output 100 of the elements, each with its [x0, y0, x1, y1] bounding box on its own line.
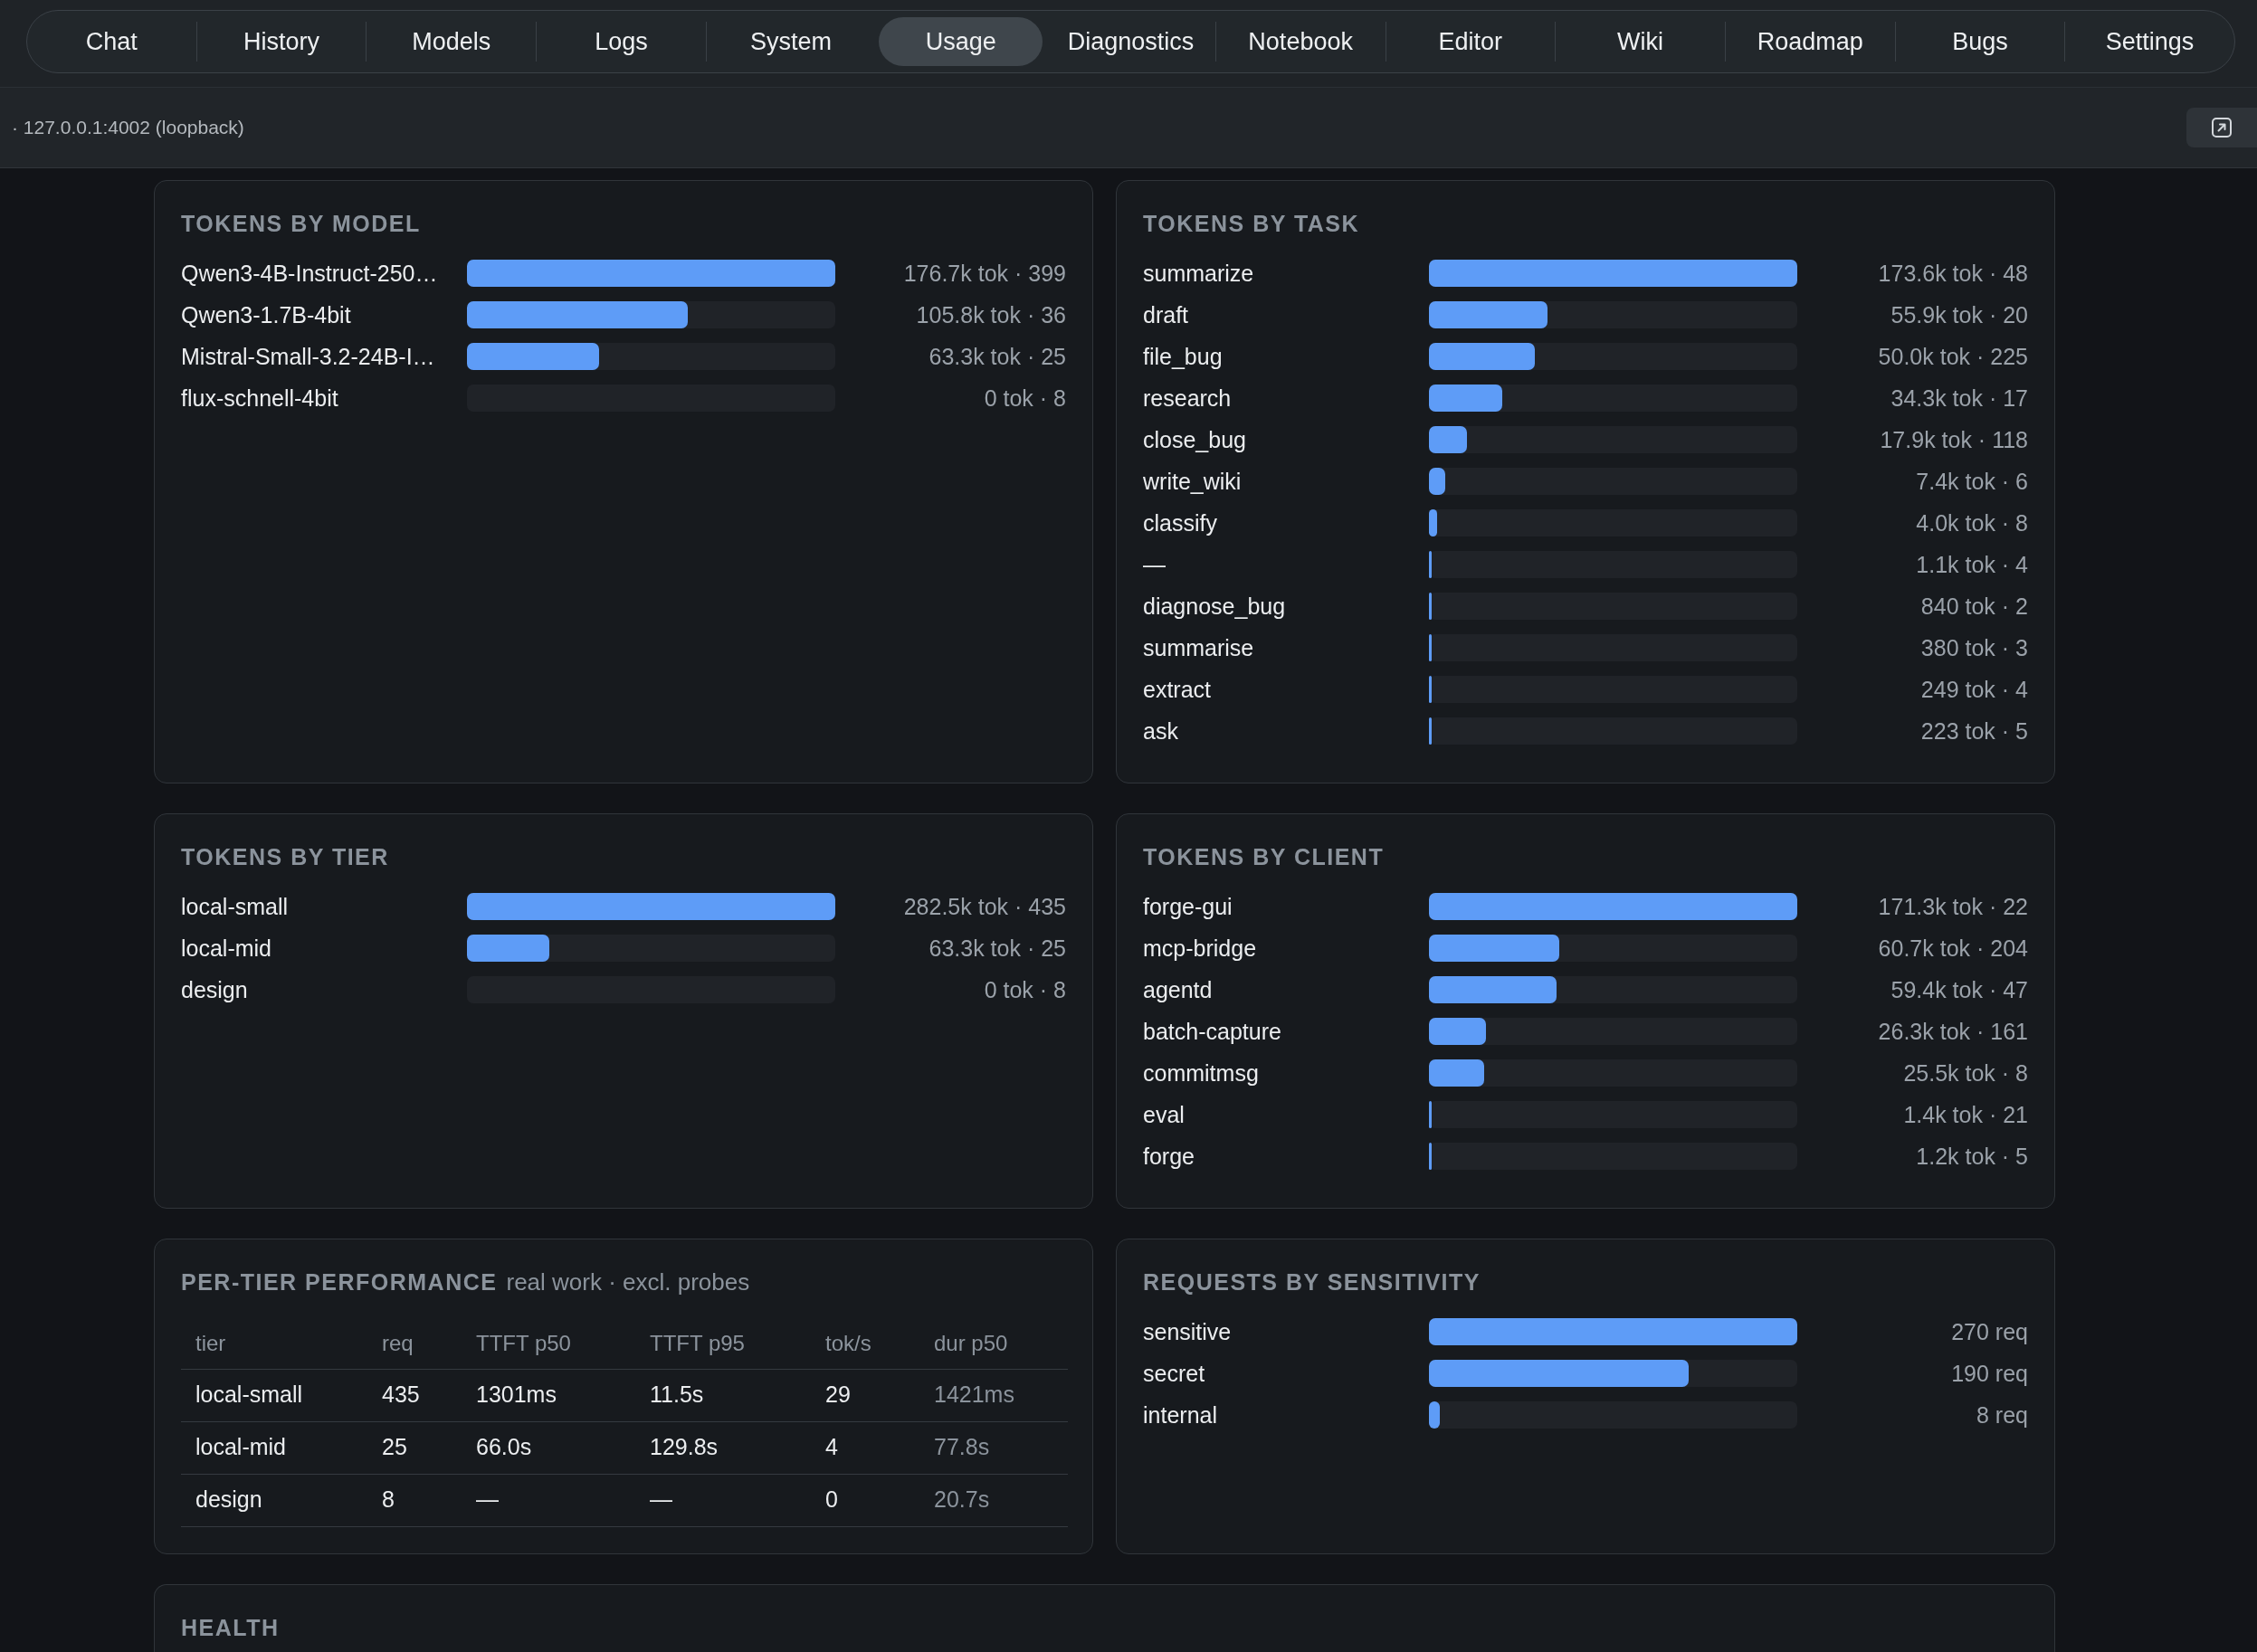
column-header: TTFT p95 — [635, 1318, 811, 1369]
bar-value: 50.0k tok · 225 — [1877, 343, 2028, 370]
bar-label: secret — [1143, 1360, 1206, 1387]
panel-title: TOKENS BY CLIENT — [1143, 843, 1385, 871]
bar-value: 249 tok · 4 — [1919, 676, 2028, 703]
table-cell: 11.5s — [635, 1369, 811, 1421]
table-cell: — — [462, 1474, 635, 1526]
bar-value: 55.9k tok · 20 — [1890, 301, 2028, 328]
table-cell: 4 — [811, 1421, 919, 1474]
bar-value: 34.3k tok · 17 — [1890, 385, 2028, 412]
bar-value: 380 tok · 3 — [1919, 634, 2028, 661]
table-cell: 77.8s — [919, 1421, 1068, 1474]
bar-value: 1.2k tok · 5 — [1915, 1143, 2028, 1170]
bar-value: 190 req — [1950, 1360, 2028, 1387]
bar-label: sensitive — [1143, 1318, 1233, 1345]
nav-tab[interactable]: Bugs — [1898, 17, 2062, 66]
bar-value: 171.3k tok · 22 — [1877, 893, 2028, 920]
nav-tab[interactable]: Editor — [1388, 17, 1553, 66]
bar-label: draft — [1143, 301, 1190, 328]
panel-title: TOKENS BY MODEL — [181, 210, 421, 238]
table-cell: local-mid — [181, 1421, 367, 1474]
nav-tab[interactable]: Notebook — [1218, 17, 1383, 66]
bar-value: 8 req — [1976, 1401, 2028, 1429]
bar-label: ask — [1143, 717, 1179, 745]
server-address: · 127.0.0.1:4002 (loopback) — [12, 116, 244, 140]
bar-value: 25.5k tok · 8 — [1902, 1059, 2028, 1087]
bar-value: 63.3k tok · 25 — [928, 343, 1066, 370]
table-cell: 20.7s — [919, 1474, 1068, 1526]
bar-label: write_wiki — [1143, 468, 1243, 495]
bar-label: summarize — [1143, 260, 1255, 287]
bar-label: research — [1143, 385, 1233, 412]
nav-tab[interactable]: Roadmap — [1728, 17, 1892, 66]
bar-label: Qwen3-4B-Instruct-250… — [181, 260, 439, 287]
bar-value: 26.3k tok · 161 — [1877, 1018, 2028, 1045]
bar-value: 282.5k tok · 435 — [902, 893, 1066, 920]
nav-tab[interactable]: Models — [369, 17, 534, 66]
bar-label: internal — [1143, 1401, 1218, 1429]
bar-label: commitmsg — [1143, 1059, 1260, 1087]
column-header: req — [367, 1318, 462, 1369]
panel-title: TOKENS BY TASK — [1143, 210, 1360, 238]
table-cell: local-small — [181, 1369, 367, 1421]
bar-value: 17.9k tok · 118 — [1879, 426, 2028, 453]
bar-value: 176.7k tok · 399 — [902, 260, 1066, 287]
nav-tab[interactable]: Chat — [30, 17, 194, 66]
bar-value: 60.7k tok · 204 — [1877, 935, 2028, 962]
bar-value: 0 tok · 8 — [983, 385, 1066, 412]
bar-label: design — [181, 976, 249, 1003]
bar-value: 59.4k tok · 47 — [1890, 976, 2028, 1003]
bar-label: Qwen3-1.7B-4bit — [181, 301, 352, 328]
bar-label: eval — [1143, 1101, 1186, 1128]
bar-value: 1.1k tok · 4 — [1915, 551, 2028, 578]
panel-title: HEALTH — [181, 1613, 280, 1642]
table-cell: 0 — [811, 1474, 919, 1526]
bar-value: 0 tok · 8 — [983, 976, 1066, 1003]
bar-label: — — [1143, 551, 1167, 578]
panel-title: REQUESTS BY SENSITIVITY — [1143, 1268, 1481, 1296]
bar-label: file_bug — [1143, 343, 1224, 370]
bar-value: 173.6k tok · 48 — [1877, 260, 2028, 287]
table-cell: design — [181, 1474, 367, 1526]
bar-label: local-mid — [181, 935, 273, 962]
panel-title: TOKENS BY TIER — [181, 843, 389, 871]
table-cell: 29 — [811, 1369, 919, 1421]
nav-tab[interactable]: Usage — [879, 17, 1043, 66]
nav-tab[interactable]: Diagnostics — [1049, 17, 1213, 66]
table-cell: 435 — [367, 1369, 462, 1421]
bar-label: forge — [1143, 1143, 1195, 1170]
nav-tab[interactable]: History — [199, 17, 364, 66]
bar-label: extract — [1143, 676, 1213, 703]
bar-label: agentd — [1143, 976, 1214, 1003]
nav-tab[interactable]: Settings — [2068, 17, 2232, 66]
table-cell: — — [635, 1474, 811, 1526]
column-header: tok/s — [811, 1318, 919, 1369]
column-header: TTFT p50 — [462, 1318, 635, 1369]
open-button[interactable] — [2186, 108, 2257, 147]
bar-value: 7.4k tok · 6 — [1915, 468, 2028, 495]
panel-title: PER-TIER PERFORMANCE — [181, 1268, 498, 1296]
bar-value: 1.4k tok · 21 — [1902, 1101, 2028, 1128]
bar-label: diagnose_bug — [1143, 593, 1287, 620]
bar-value: 840 tok · 2 — [1919, 593, 2028, 620]
table-cell: 1301ms — [462, 1369, 635, 1421]
table-cell: 1421ms — [919, 1369, 1068, 1421]
column-header: dur p50 — [919, 1318, 1068, 1369]
bar-label: summarise — [1143, 634, 1255, 661]
bar-value: 105.8k tok · 36 — [915, 301, 1066, 328]
table-cell: 66.0s — [462, 1421, 635, 1474]
bar-label: batch-capture — [1143, 1018, 1282, 1045]
table-cell: 129.8s — [635, 1421, 811, 1474]
nav-tab[interactable]: Wiki — [1558, 17, 1722, 66]
table-cell: 8 — [367, 1474, 462, 1526]
bar-value: 63.3k tok · 25 — [928, 935, 1066, 962]
bar-label: close_bug — [1143, 426, 1247, 453]
nav-tab[interactable]: System — [709, 17, 873, 66]
nav-tab[interactable]: Logs — [539, 17, 703, 66]
bar-value: 223 tok · 5 — [1919, 717, 2028, 745]
bar-label: local-small — [181, 893, 290, 920]
bar-value: 270 req — [1950, 1318, 2028, 1345]
bar-label: Mistral-Small-3.2-24B-I… — [181, 343, 436, 370]
bar-label: mcp-bridge — [1143, 935, 1258, 962]
bar-value: 4.0k tok · 8 — [1915, 509, 2028, 536]
bar-label: flux-schnell-4bit — [181, 385, 339, 412]
